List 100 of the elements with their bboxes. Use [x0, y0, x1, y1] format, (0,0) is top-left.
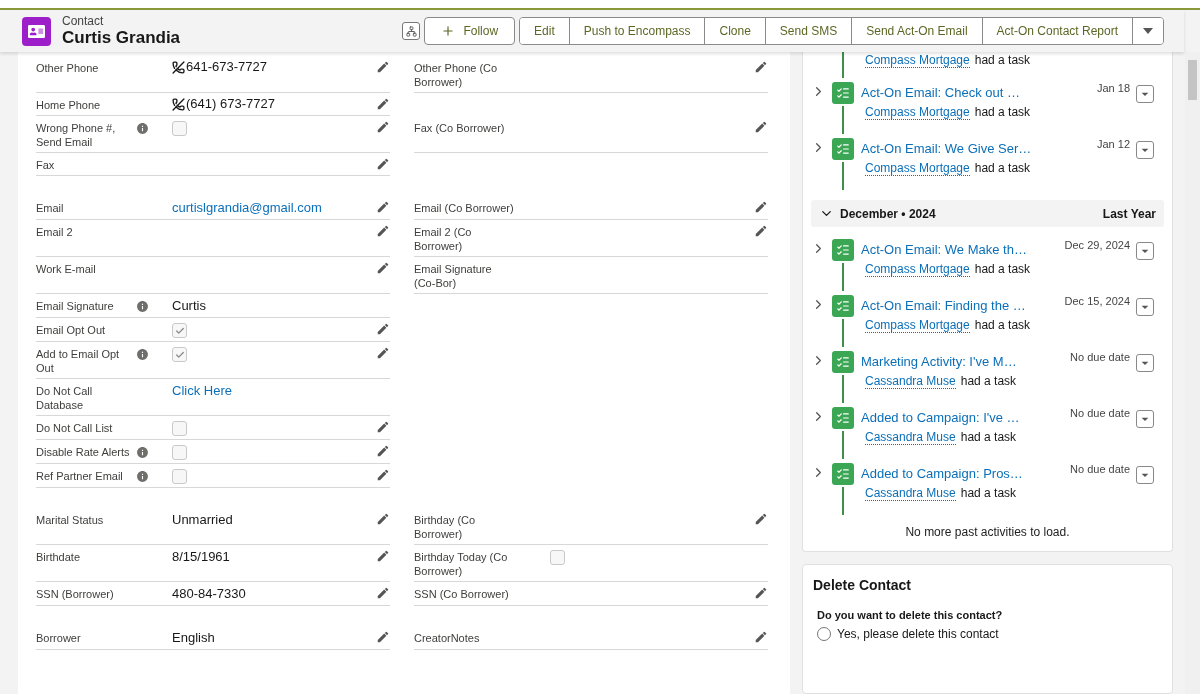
field-label: Birthdate	[36, 550, 82, 564]
activity-owner[interactable]: Compass Mortgage	[865, 318, 970, 333]
activity-owner[interactable]: Compass Mortgage	[865, 105, 970, 120]
checkbox[interactable]	[172, 421, 187, 436]
edit-button[interactable]	[376, 322, 390, 336]
task-icon	[832, 407, 854, 429]
edit-button[interactable]	[376, 346, 390, 360]
edit-button[interactable]	[376, 60, 390, 74]
edit-button[interactable]	[376, 549, 390, 563]
activity-owner[interactable]: Compass Mortgage	[865, 161, 970, 176]
edit-button[interactable]	[754, 224, 768, 238]
edit-button[interactable]	[376, 586, 390, 600]
activity-owner[interactable]: Compass Mortgage	[865, 262, 970, 277]
field-label: Email 2 (Co Borrower)	[414, 225, 473, 253]
more-actions-button[interactable]	[1132, 18, 1163, 44]
field-value: 8/15/1961	[172, 548, 230, 565]
activity-title[interactable]: Act-On Email: Check out …	[861, 85, 1091, 101]
phone-off-icon	[172, 60, 185, 74]
activity-menu-button[interactable]	[1136, 466, 1154, 484]
edit-button[interactable]	[754, 512, 768, 526]
checkbox[interactable]	[172, 121, 187, 136]
edit-button[interactable]	[754, 60, 768, 74]
phone-value: (641) 673-7727	[172, 96, 275, 112]
edit-button[interactable]	[376, 200, 390, 214]
activity-title[interactable]: Marketing Activity: I've M…	[861, 354, 1065, 370]
field-label: Ref Partner Email	[36, 469, 124, 483]
activity-owner[interactable]: Compass Mortgage	[865, 53, 970, 68]
field-label: Fax	[36, 158, 56, 172]
id-card-icon	[28, 22, 45, 40]
field-label: Email (Co Borrower)	[414, 201, 514, 215]
activity-title[interactable]: Act-On Email: Finding the …	[861, 298, 1059, 314]
edit-button[interactable]	[376, 468, 390, 482]
activity-menu-button[interactable]	[1136, 85, 1154, 103]
checkbox[interactable]	[172, 323, 187, 338]
activity-title[interactable]: Added to Campaign: I've …	[861, 410, 1065, 426]
activity-menu-button[interactable]	[1136, 410, 1154, 428]
info-icon[interactable]	[136, 300, 149, 313]
edit-button[interactable]	[376, 120, 390, 134]
activity-date: Dec 15, 2024	[1064, 294, 1130, 307]
field-label: Marital Status	[36, 513, 105, 527]
month-header[interactable]: December • 2024 Last Year	[811, 200, 1164, 227]
question-text: Do you want to delete this contact?	[817, 609, 1004, 621]
hierarchy-button[interactable]	[402, 22, 421, 40]
radio-option[interactable]: Yes, please delete this contact	[817, 627, 1162, 641]
field-label: Email 2	[36, 225, 74, 239]
edit-button[interactable]	[754, 630, 768, 644]
card-title: Delete Contact	[813, 577, 913, 593]
caret-down-icon	[1143, 28, 1153, 34]
task-icon	[832, 351, 854, 373]
activity-menu-button[interactable]	[1136, 298, 1154, 316]
checkbox[interactable]	[172, 445, 187, 460]
task-icon	[832, 239, 854, 261]
activity-action: had a task	[960, 430, 1017, 444]
follow-button[interactable]: Follow	[424, 17, 516, 45]
edit-button[interactable]	[754, 586, 768, 600]
checkbox[interactable]	[172, 347, 187, 362]
activity-date: No due date	[1070, 406, 1130, 419]
activity-date: Jan 12	[1096, 137, 1130, 150]
activity-owner[interactable]: Cassandra Muse	[865, 374, 956, 389]
edit-button[interactable]	[376, 97, 390, 111]
activity-menu-button[interactable]	[1136, 354, 1154, 372]
activity-date: Jan 18	[1096, 81, 1130, 94]
edit-button[interactable]	[376, 420, 390, 434]
edit-button[interactable]	[376, 261, 390, 275]
field-link[interactable]: Click Here	[172, 382, 232, 399]
checkbox[interactable]	[550, 550, 565, 565]
activity-owner[interactable]: Cassandra Muse	[865, 430, 956, 445]
activity-menu-button[interactable]	[1136, 141, 1154, 159]
field-label: Other Phone	[36, 61, 100, 75]
field-link[interactable]: curtislgrandia@gmail.com	[172, 199, 322, 216]
edit-button[interactable]	[754, 120, 768, 134]
activity-owner[interactable]: Cassandra Muse	[865, 486, 956, 501]
phone-off-icon	[172, 97, 185, 111]
info-icon[interactable]	[136, 122, 149, 135]
activity-title[interactable]: Act-On Email: We Make th…	[861, 242, 1059, 258]
field-label: Do Not Call List	[36, 421, 114, 435]
activity-date: No due date	[1070, 462, 1130, 475]
plus-icon	[441, 24, 456, 38]
info-icon[interactable]	[136, 470, 149, 483]
edit-button[interactable]	[376, 630, 390, 644]
task-icon	[832, 295, 854, 317]
activity-action: had a task	[974, 105, 1031, 119]
info-icon[interactable]	[136, 446, 149, 459]
field-label: SSN (Borrower)	[36, 587, 115, 601]
activity-title[interactable]: Added to Campaign: Pros…	[861, 466, 1065, 482]
activity-title[interactable]: Act-On Email: We Give Ser…	[861, 141, 1091, 157]
checkbox[interactable]	[172, 469, 187, 484]
field-label: Email Signature	[36, 299, 115, 313]
info-icon[interactable]	[136, 348, 149, 361]
edit-button[interactable]	[376, 444, 390, 458]
edit-button[interactable]	[376, 512, 390, 526]
field-label: Email Opt Out	[36, 323, 107, 337]
activity-action: had a task	[974, 262, 1031, 276]
edit-button[interactable]	[376, 157, 390, 171]
activity-menu-button[interactable]	[1136, 242, 1154, 260]
radio-button[interactable]	[817, 627, 831, 641]
edit-button[interactable]	[376, 224, 390, 238]
field-label: SSN (Co Borrower)	[414, 587, 510, 601]
edit-button[interactable]	[754, 200, 768, 214]
field-label: CreatorNotes	[414, 631, 481, 645]
